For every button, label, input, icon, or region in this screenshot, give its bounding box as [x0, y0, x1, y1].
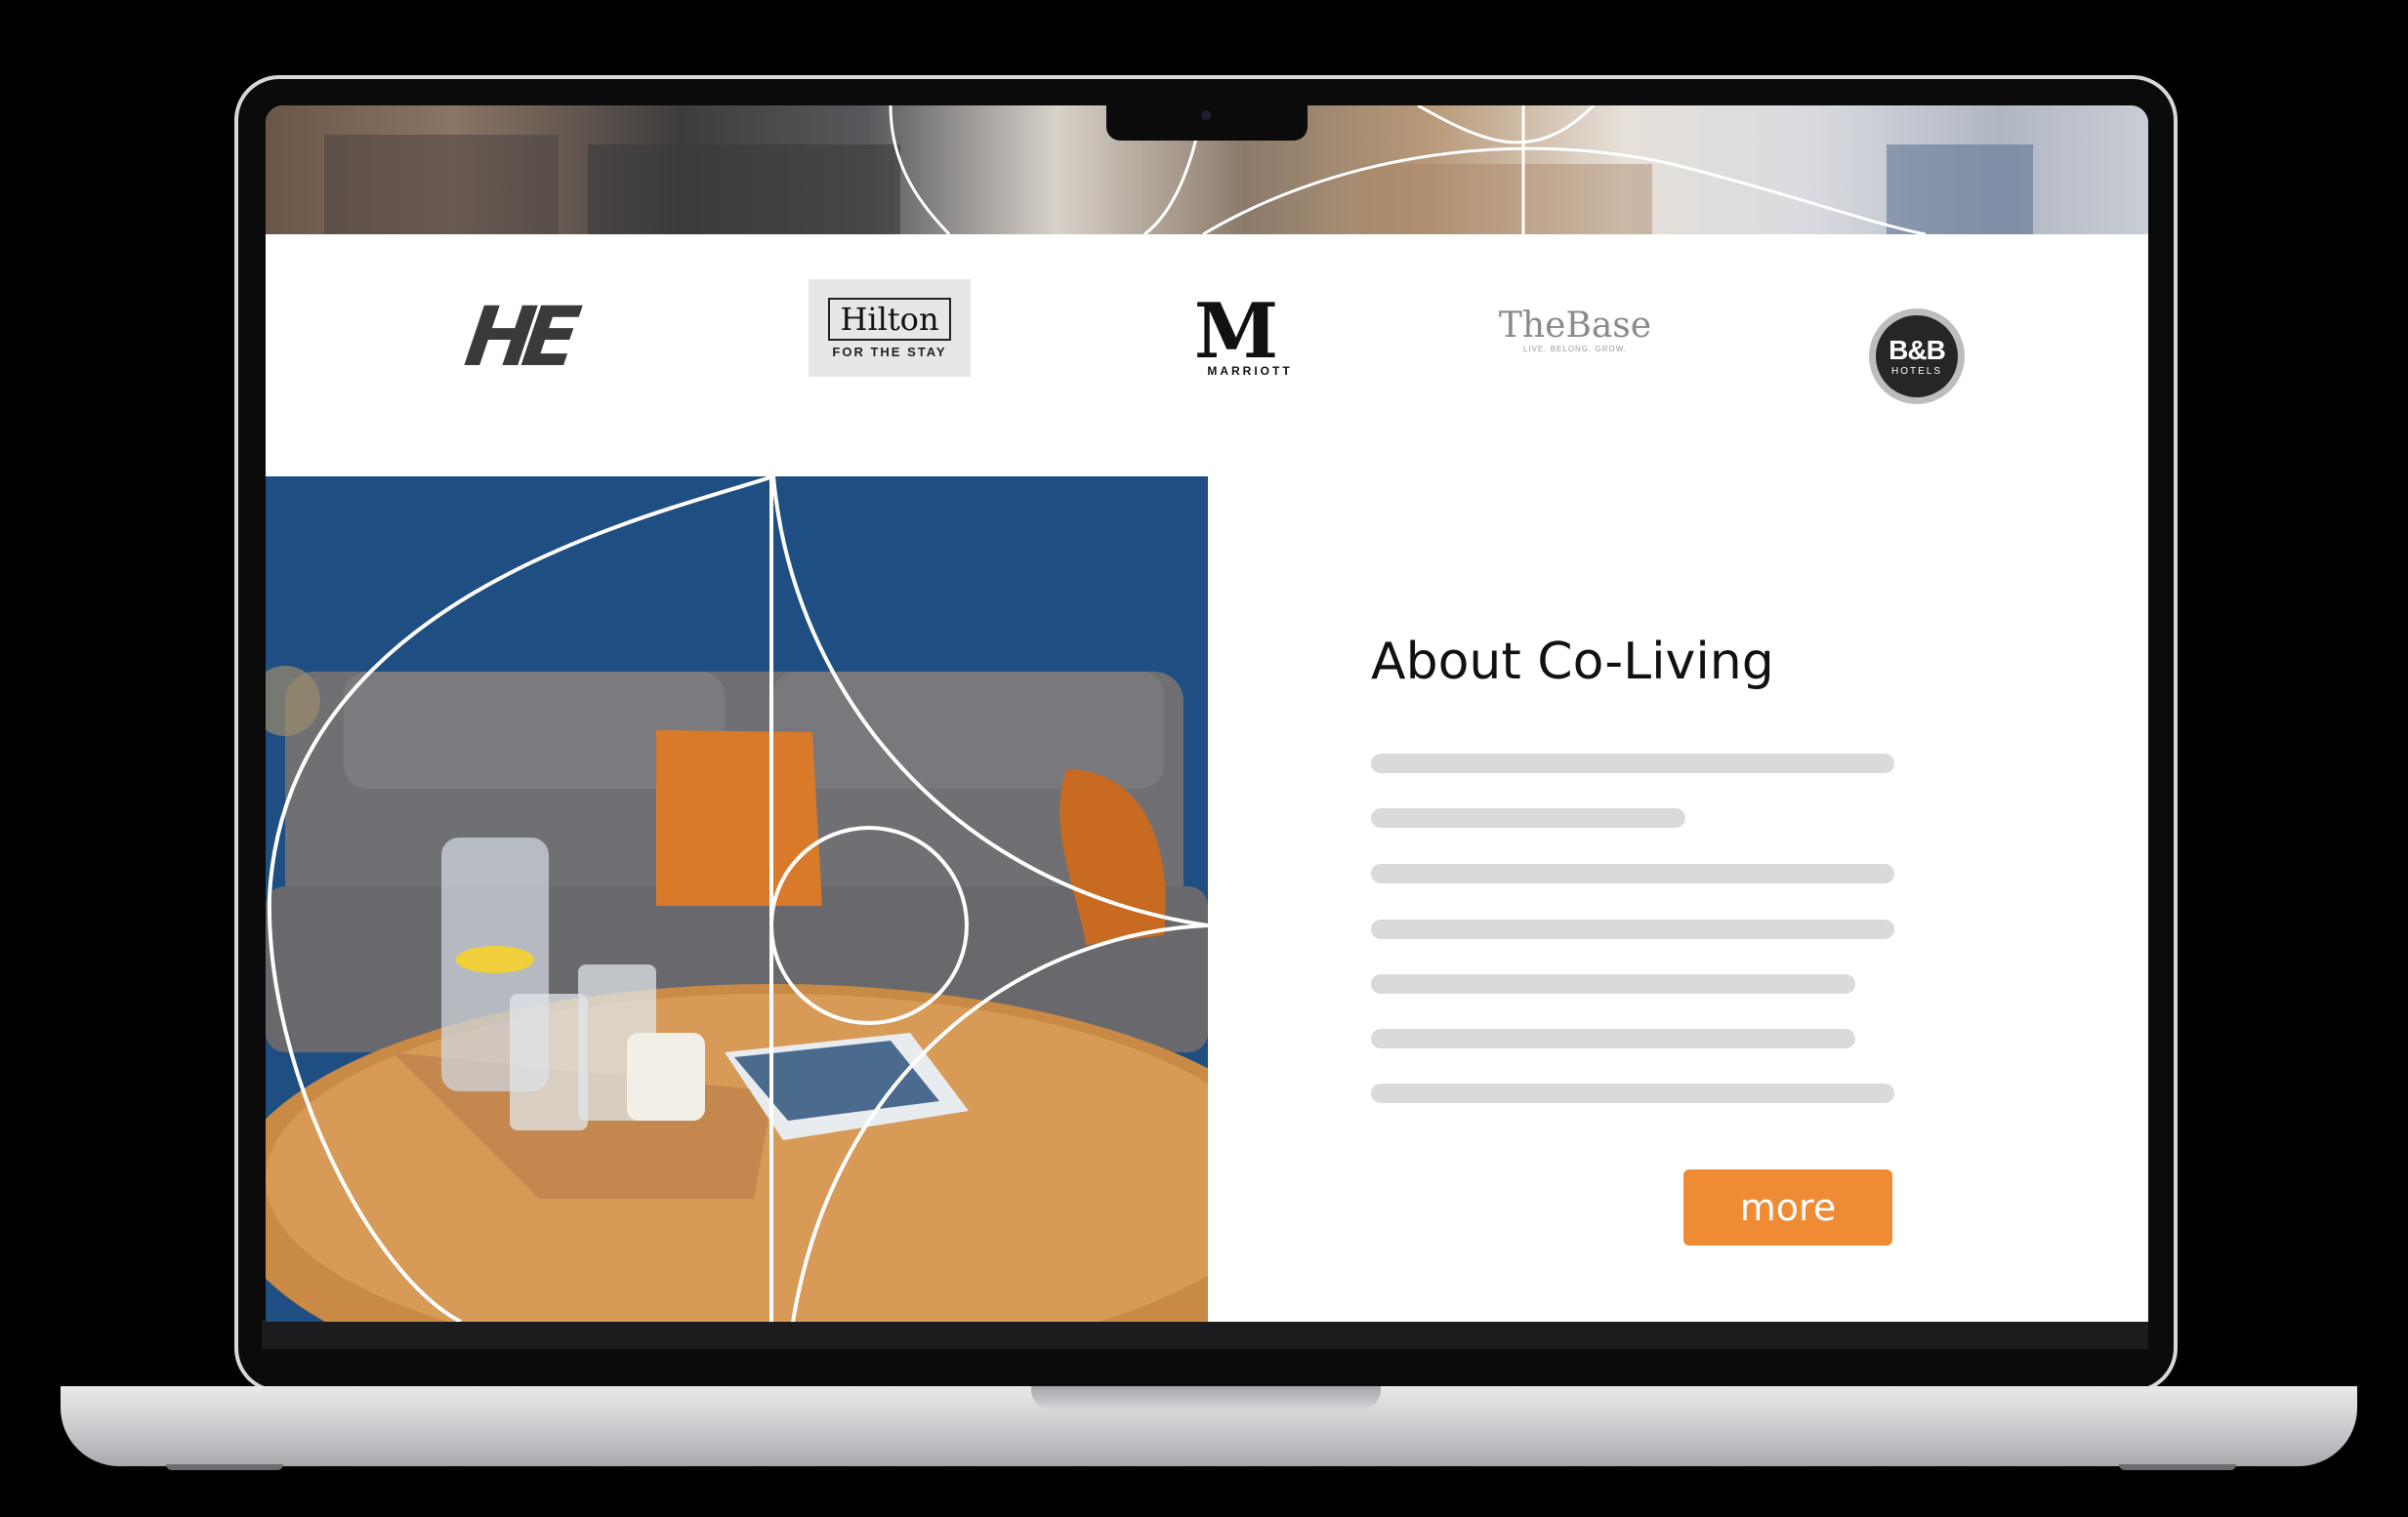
- thebase-logo-text: TheBase: [1498, 305, 1652, 346]
- hilton-logo-text: Hilton: [828, 297, 951, 341]
- he-logo-text: HE: [459, 289, 575, 385]
- laptop-opening-notch: [1031, 1386, 1381, 1410]
- section-title: About Co-Living: [1371, 633, 1774, 691]
- laptop-bottom-bezel: [262, 1320, 2148, 1349]
- he-logo: HE: [425, 289, 609, 385]
- placeholder-text-line: [1371, 864, 1894, 883]
- marriott-logo-mark: M: [1193, 287, 1278, 376]
- marriott-logo: M MARRIOTT: [1172, 287, 1293, 387]
- laptop-foot-left: [166, 1464, 283, 1470]
- placeholder-text-line: [1371, 1084, 1894, 1103]
- bb-logo-tagline: HOTELS: [1890, 365, 1942, 377]
- thebase-logo: TheBase LIVE. BELONG. GROW.: [1492, 299, 1658, 361]
- living-room-image: [266, 476, 1208, 1322]
- hilton-logo: Hilton FOR THE STAY: [809, 279, 971, 377]
- bb-hotels-logo: B&B HOTELS: [1869, 308, 1965, 404]
- marriott-logo-text: MARRIOTT: [1207, 364, 1293, 378]
- placeholder-text-line: [1371, 754, 1894, 773]
- placeholder-text-line: [1371, 920, 1894, 939]
- more-button[interactable]: more: [1683, 1169, 1892, 1246]
- thebase-logo-tagline: LIVE. BELONG. GROW.: [1522, 344, 1628, 353]
- placeholder-text-line: [1371, 808, 1685, 828]
- website-screen: HE Hilton FOR THE STAY M MARRIOTT TheBas…: [266, 105, 2148, 1322]
- camera-icon: [1201, 110, 1211, 120]
- placeholder-text-line: [1371, 974, 1855, 994]
- hilton-logo-tagline: FOR THE STAY: [832, 344, 947, 359]
- placeholder-text-line: [1371, 1029, 1855, 1048]
- laptop-foot-right: [2119, 1464, 2236, 1470]
- bb-logo-text: B&B: [1889, 334, 1946, 365]
